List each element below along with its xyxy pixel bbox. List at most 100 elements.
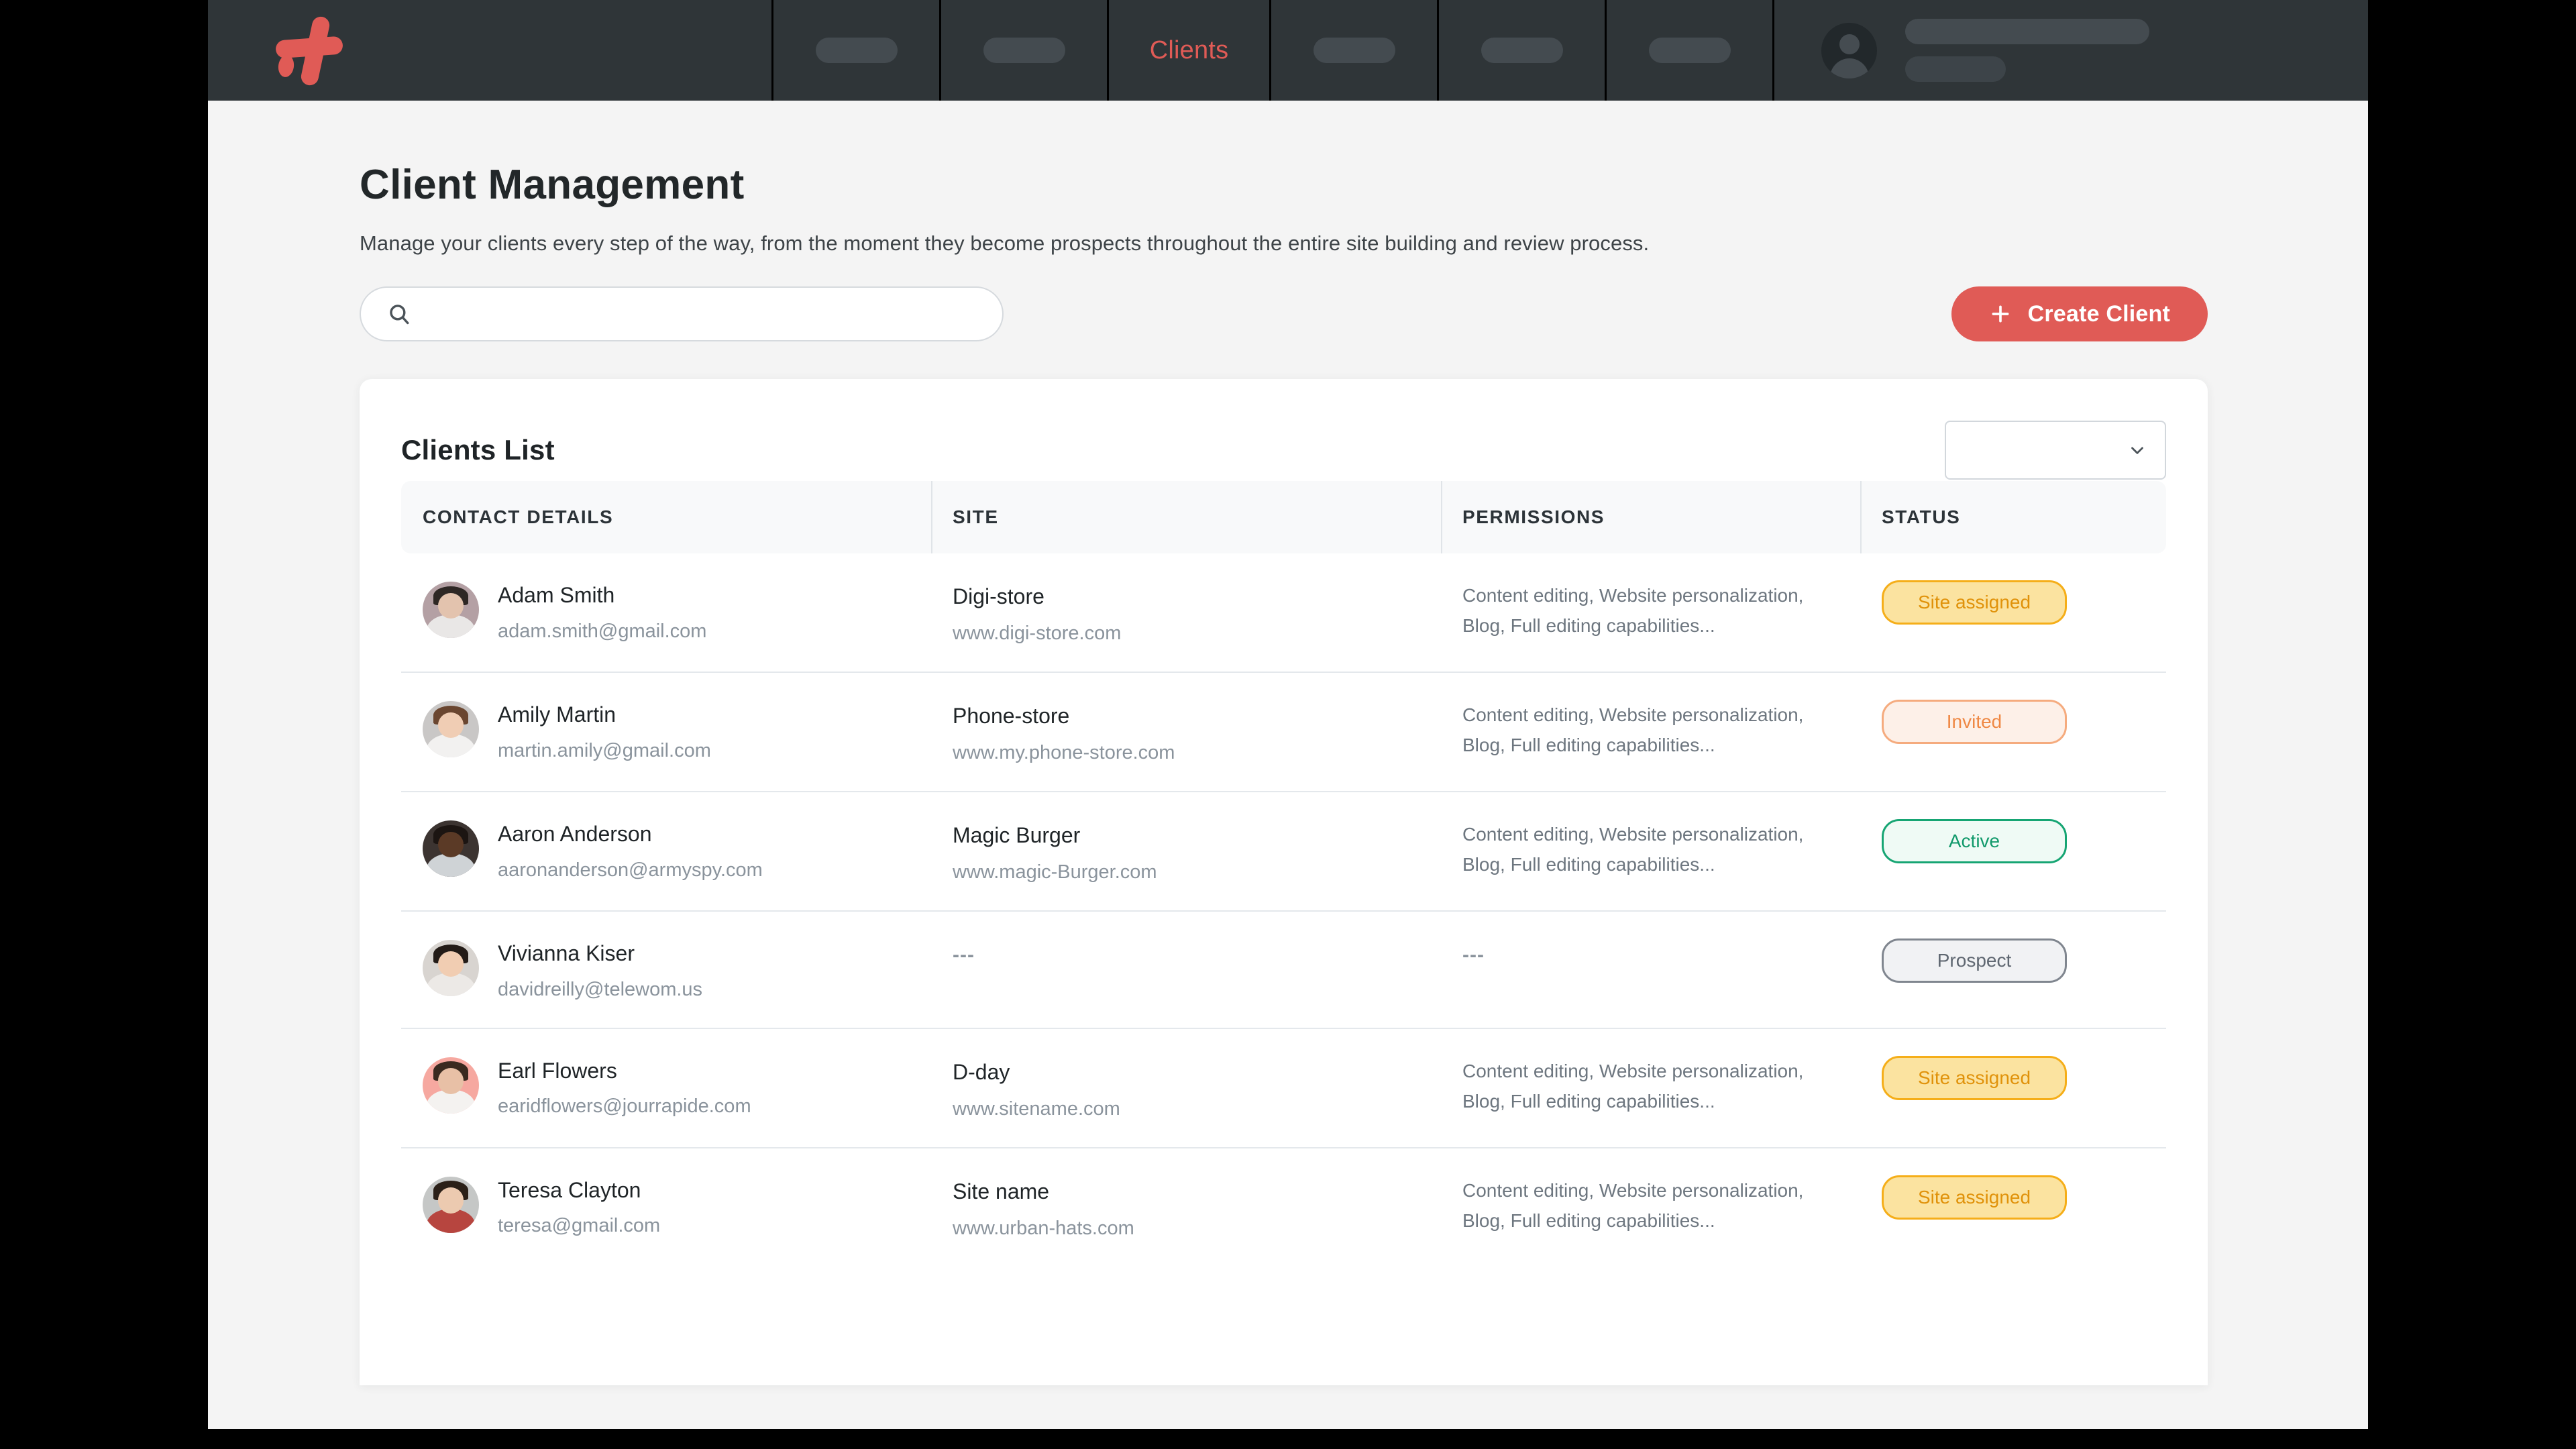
skeleton-bar-icon (1481, 38, 1563, 63)
site-empty: --- (953, 944, 975, 966)
table-row[interactable]: Adam Smith adam.smith@gmail.com Digi-store… (401, 553, 2166, 673)
clients-list-card: Clients List CONTACT DETAILS SITE PERMIS… (360, 379, 2208, 1385)
permissions-text: Content editing, Website personalization… (1462, 585, 1804, 637)
client-name: Teresa Clayton (498, 1177, 641, 1202)
site-url: www.my.phone-store.com (953, 742, 1175, 763)
nav-item-clients[interactable]: Clients (1107, 0, 1269, 101)
cell-contact-details: Adam Smith adam.smith@gmail.com (401, 553, 931, 673)
status-badge[interactable]: Invited (1882, 700, 2067, 744)
cell-status: Site assigned (1860, 1028, 2166, 1148)
table-row[interactable]: Vivianna Kiser davidreilly@telewom.us --- -… (401, 911, 2166, 1029)
client-email: aaronanderson@armyspy.com (498, 859, 763, 881)
column-header-permissions: PERMISSIONS (1441, 481, 1860, 553)
cell-contact-details: Teresa Clayton teresa@gmail.com (401, 1148, 931, 1267)
toolbar: Create Client (360, 286, 2208, 341)
client-email: earidflowers@jourrapide.com (498, 1095, 751, 1118)
site-name: Site name (953, 1179, 1050, 1203)
status-filter-select[interactable] (1945, 421, 2166, 480)
skeleton-bar-icon (815, 38, 898, 63)
client-name: Aaron Anderson (498, 822, 652, 846)
permissions-text: Content editing, Website personalization… (1462, 704, 1804, 756)
site-url: www.magic-Burger.com (953, 861, 1157, 883)
user-info-skeleton (1905, 19, 2149, 82)
chevron-down-icon (2131, 447, 2143, 454)
avatar (423, 582, 479, 638)
status-badge[interactable]: Site assigned (1882, 580, 2067, 625)
browser-viewport: Clients Client Management Manage your cl… (208, 0, 2368, 1429)
nav-item-placeholder-3[interactable] (1269, 0, 1437, 101)
create-client-button[interactable]: Create Client (1951, 286, 2208, 341)
skeleton-bar-icon (1313, 38, 1395, 63)
permissions-text: Content editing, Website personalization… (1462, 1179, 1804, 1231)
skeleton-bar-icon (1905, 19, 2149, 44)
table-row[interactable]: Earl Flowers earidflowers@jourrapide.com D… (401, 1028, 2166, 1148)
cell-site: Digi-store www.digi-store.com (931, 553, 1441, 673)
cell-contact-details: Amily Martin martin.amily@gmail.com (401, 672, 931, 792)
user-account-menu[interactable] (1772, 0, 2368, 101)
client-name: Earl Flowers (498, 1058, 617, 1083)
cell-site: --- (931, 911, 1441, 1029)
brand-logo-icon[interactable] (272, 13, 347, 87)
table-header: CONTACT DETAILS SITE PERMISSIONS STATUS (401, 481, 2166, 553)
client-name: Amily Martin (498, 702, 616, 727)
search-box[interactable] (360, 286, 1004, 341)
cell-permissions: --- (1441, 911, 1860, 1029)
cell-contact-details: Vivianna Kiser davidreilly@telewom.us (401, 911, 931, 1029)
client-name: Vivianna Kiser (498, 941, 635, 965)
status-badge[interactable]: Active (1882, 819, 2067, 863)
plus-icon (1992, 305, 2009, 323)
table-row[interactable]: Teresa Clayton teresa@gmail.com Site name w… (401, 1148, 2166, 1267)
cell-contact-details: Earl Flowers earidflowers@jourrapide.com (401, 1028, 931, 1148)
client-email: davidreilly@telewom.us (498, 978, 703, 1000)
site-url: www.urban-hats.com (953, 1217, 1134, 1239)
avatar (423, 1176, 479, 1233)
site-name: Magic Burger (953, 823, 1081, 847)
cell-permissions: Content editing, Website personalization… (1441, 1028, 1860, 1148)
search-icon (390, 305, 409, 325)
cell-site: Site name www.urban-hats.com (931, 1148, 1441, 1267)
nav-item-placeholder-1[interactable] (771, 0, 939, 101)
cell-status: Site assigned (1860, 1148, 2166, 1267)
nav-item-placeholder-2[interactable] (939, 0, 1107, 101)
permissions-text: Content editing, Website personalization… (1462, 1060, 1804, 1112)
table-row[interactable]: Amily Martin martin.amily@gmail.com Phone-… (401, 672, 2166, 792)
skeleton-bar-icon (1905, 56, 2006, 82)
avatar (423, 1057, 479, 1114)
client-email: teresa@gmail.com (498, 1215, 661, 1237)
client-name: Adam Smith (498, 583, 615, 607)
status-badge[interactable]: Prospect (1882, 938, 2067, 983)
site-name: Phone-store (953, 704, 1070, 728)
client-email: adam.smith@gmail.com (498, 620, 707, 642)
table-header-row: CONTACT DETAILS SITE PERMISSIONS STATUS (401, 481, 2166, 553)
top-navigation-bar: Clients (208, 0, 2368, 101)
client-email: martin.amily@gmail.com (498, 739, 711, 761)
page-subtitle: Manage your clients every step of the wa… (360, 231, 1650, 255)
cell-permissions: Content editing, Website personalization… (1441, 553, 1860, 673)
cell-site: Magic Burger www.magic-Burger.com (931, 792, 1441, 912)
cell-permissions: Content editing, Website personalization… (1441, 1148, 1860, 1267)
skeleton-bar-icon (983, 38, 1065, 63)
user-avatar-icon (1821, 22, 1877, 78)
column-header-site: SITE (931, 481, 1441, 553)
card-header: Clients List (401, 419, 2166, 481)
site-url: www.digi-store.com (953, 623, 1122, 644)
search-input[interactable] (424, 303, 975, 325)
table-row[interactable]: Aaron Anderson aaronanderson@armyspy.com M… (401, 792, 2166, 912)
status-badge[interactable]: Site assigned (1882, 1055, 2067, 1100)
logo-dot (276, 54, 296, 78)
create-client-label: Create Client (2027, 301, 2170, 327)
cell-status: Invited (1860, 672, 2166, 792)
cell-status: Prospect (1860, 911, 2166, 1029)
status-badge[interactable]: Site assigned (1882, 1175, 2067, 1220)
column-header-contact-details: CONTACT DETAILS (401, 481, 931, 553)
nav-item-placeholder-4[interactable] (1437, 0, 1605, 101)
permissions-text: Content editing, Website personalization… (1462, 824, 1804, 875)
avatar (423, 701, 479, 757)
card-title: Clients List (401, 434, 555, 466)
permissions-empty: --- (1462, 944, 1485, 966)
logo-cell[interactable] (208, 0, 771, 101)
nav-item-placeholder-5[interactable] (1605, 0, 1772, 101)
table-body: Adam Smith adam.smith@gmail.com Digi-store… (401, 553, 2166, 1267)
clients-table: CONTACT DETAILS SITE PERMISSIONS STATUS … (401, 481, 2166, 1267)
cell-status: Site assigned (1860, 553, 2166, 673)
